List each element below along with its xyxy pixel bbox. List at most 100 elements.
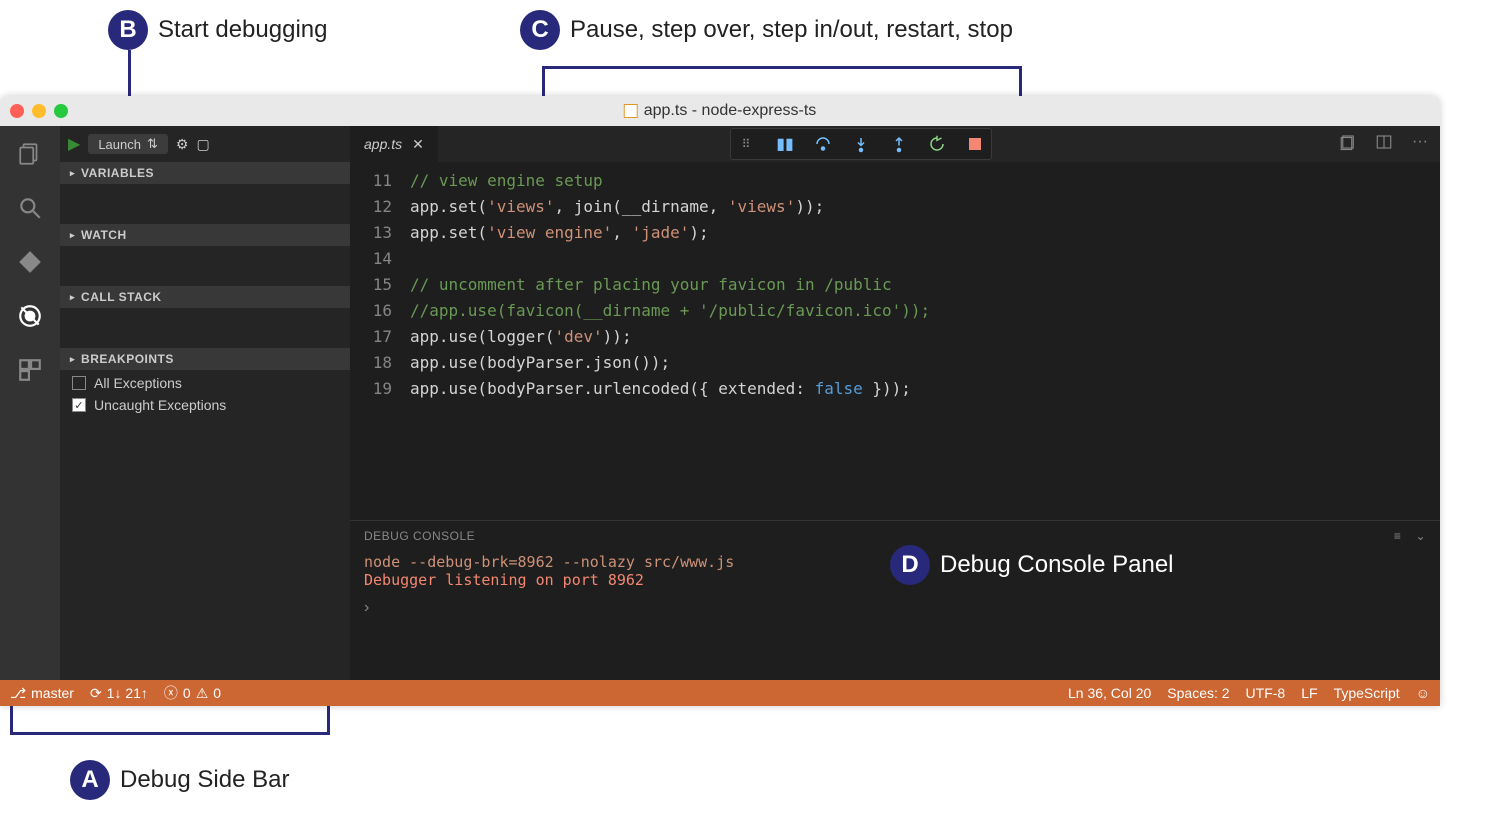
debug-config-label: Launch [98,137,141,152]
git-branch-name: master [31,685,74,701]
annotation-a-bracket [10,705,330,735]
clear-console-icon[interactable]: ≡ [1394,529,1402,543]
debug-icon[interactable] [16,302,44,330]
checkbox-checked-icon[interactable]: ✓ [72,398,86,412]
window-title-text: app.ts - node-express-ts [644,102,817,120]
search-icon[interactable] [16,194,44,222]
errors-status[interactable]: ⓧ 0 ⚠ 0 [164,683,221,703]
annotation-letter-c: C [520,10,560,50]
warning-icon: ⚠ [196,685,209,702]
start-debugging-button[interactable]: ▶ [68,134,80,154]
status-bar-right: Ln 36, Col 20 Spaces: 2 UTF-8 LF TypeScr… [1068,685,1430,701]
code-line[interactable]: app.set('views', join(__dirname, 'views'… [410,194,1440,220]
error-icon: ⓧ [164,683,178,703]
line-number: 11 [350,168,392,194]
feedback-icon[interactable]: ☺ [1416,685,1430,701]
callstack-section-header[interactable]: ▸CALL STACK [60,286,350,308]
annotation-letter-b: B [108,10,148,50]
code-line[interactable]: app.use(bodyParser.urlencoded({ extended… [410,376,1440,402]
window-title: app.ts - node-express-ts [624,102,817,120]
repl-input[interactable]: › [350,591,1440,625]
line-number: 13 [350,220,392,246]
split-preview-icon[interactable] [1338,132,1358,152]
variables-section-header[interactable]: ▸VARIABLES [60,162,350,184]
breakpoint-label: All Exceptions [94,375,182,391]
checkbox-unchecked-icon[interactable] [72,376,86,390]
breakpoints-section-header[interactable]: ▸BREAKPOINTS [60,348,350,370]
ts-file-icon [624,104,638,118]
cursor-position[interactable]: Ln 36, Col 20 [1068,685,1151,701]
maximize-window-button[interactable] [54,104,68,118]
git-branch-status[interactable]: ⎇ master [10,685,74,702]
eol-status[interactable]: LF [1301,685,1317,701]
split-editor-icon[interactable] [1374,132,1394,152]
step-into-button[interactable] [851,134,871,154]
gear-icon[interactable]: ⚙ [176,136,189,153]
debug-sidebar: ▶ Launch ⇅ ⚙ ▢ ▸VARIABLES ▸WATCH ▸CALL S… [60,126,350,680]
watch-section-header[interactable]: ▸WATCH [60,224,350,246]
editor-top-right-icons: ··· [1338,132,1430,152]
code-line[interactable]: app.use(logger('dev')); [410,324,1440,350]
sync-icon: ⟳ [90,685,102,702]
minimize-window-button[interactable] [32,104,46,118]
annotation-c-bracket [542,66,1022,96]
line-number: 17 [350,324,392,350]
tab-label: app.ts [364,136,402,152]
status-bar-left: ⎇ master ⟳ 1↓ 21↑ ⓧ 0 ⚠ 0 [10,683,221,703]
code-line[interactable]: //app.use(favicon(__dirname + '/public/f… [410,298,1440,324]
code-lines[interactable]: // view engine setupapp.set('views', joi… [410,168,1440,520]
close-icon[interactable]: ✕ [412,136,424,153]
breakpoint-item[interactable]: ✓ Uncaught Exceptions [72,394,338,416]
explorer-icon[interactable] [16,140,44,168]
code-line[interactable]: // view engine setup [410,168,1440,194]
step-over-button[interactable] [813,134,833,154]
step-out-button[interactable] [889,134,909,154]
annotation-text-a: Debug Side Bar [120,766,289,794]
indentation-status[interactable]: Spaces: 2 [1167,685,1229,701]
debug-toolbar: ▶ Launch ⇅ ⚙ ▢ [60,126,350,162]
tab-bar: app.ts ✕ ⠿ ▮▮ ··· [350,126,1440,162]
callstack-section [60,308,350,348]
line-number: 18 [350,350,392,376]
watch-section [60,246,350,286]
chevron-down-icon: ▸ [70,354,75,365]
vscode-body: ▶ Launch ⇅ ⚙ ▢ ▸VARIABLES ▸WATCH ▸CALL S… [0,126,1440,680]
chevron-down-icon: ▸ [70,292,75,303]
grip-icon[interactable]: ⠿ [737,134,757,154]
code-editor[interactable]: 111213141516171819 // view engine setupa… [350,162,1440,520]
debug-console-toggle-icon[interactable]: ▢ [196,136,209,153]
breakpoint-item[interactable]: All Exceptions [72,372,338,394]
annotation-a: A Debug Side Bar [70,760,289,800]
close-window-button[interactable] [10,104,24,118]
restart-button[interactable] [927,134,947,154]
code-line[interactable]: app.use(bodyParser.json()); [410,350,1440,376]
stop-button[interactable] [965,134,985,154]
more-icon[interactable]: ··· [1410,132,1430,152]
code-line[interactable]: // uncomment after placing your favicon … [410,272,1440,298]
annotation-text-d: Debug Console Panel [940,551,1174,579]
source-control-icon[interactable] [16,248,44,276]
editor-tab[interactable]: app.ts ✕ [350,126,438,162]
code-line[interactable]: app.set('view engine', 'jade'); [410,220,1440,246]
collapse-panel-icon[interactable]: ⌄ [1415,529,1426,543]
extensions-icon[interactable] [16,356,44,384]
language-mode[interactable]: TypeScript [1334,685,1400,701]
error-count: 0 [183,685,191,701]
variables-section [60,184,350,224]
editor-area: app.ts ✕ ⠿ ▮▮ ··· [350,126,1440,680]
traffic-lights [10,104,68,118]
debug-config-select[interactable]: Launch ⇅ [88,134,168,154]
line-number: 12 [350,194,392,220]
breakpoint-label: Uncaught Exceptions [94,397,226,413]
annotation-d: D Debug Console Panel [890,545,1174,585]
line-number-gutter: 111213141516171819 [350,168,410,520]
annotation-text-b: Start debugging [158,16,327,44]
code-line[interactable] [410,246,1440,272]
line-number: 15 [350,272,392,298]
pause-button[interactable]: ▮▮ [775,134,795,154]
encoding-status[interactable]: UTF-8 [1246,685,1286,701]
debug-console-panel: DEBUG CONSOLE ≡ ⌄ node --debug-brk=8962 … [350,520,1440,680]
git-sync-status[interactable]: ⟳ 1↓ 21↑ [90,685,148,702]
titlebar: app.ts - node-express-ts [0,96,1440,126]
git-branch-icon: ⎇ [10,685,26,702]
